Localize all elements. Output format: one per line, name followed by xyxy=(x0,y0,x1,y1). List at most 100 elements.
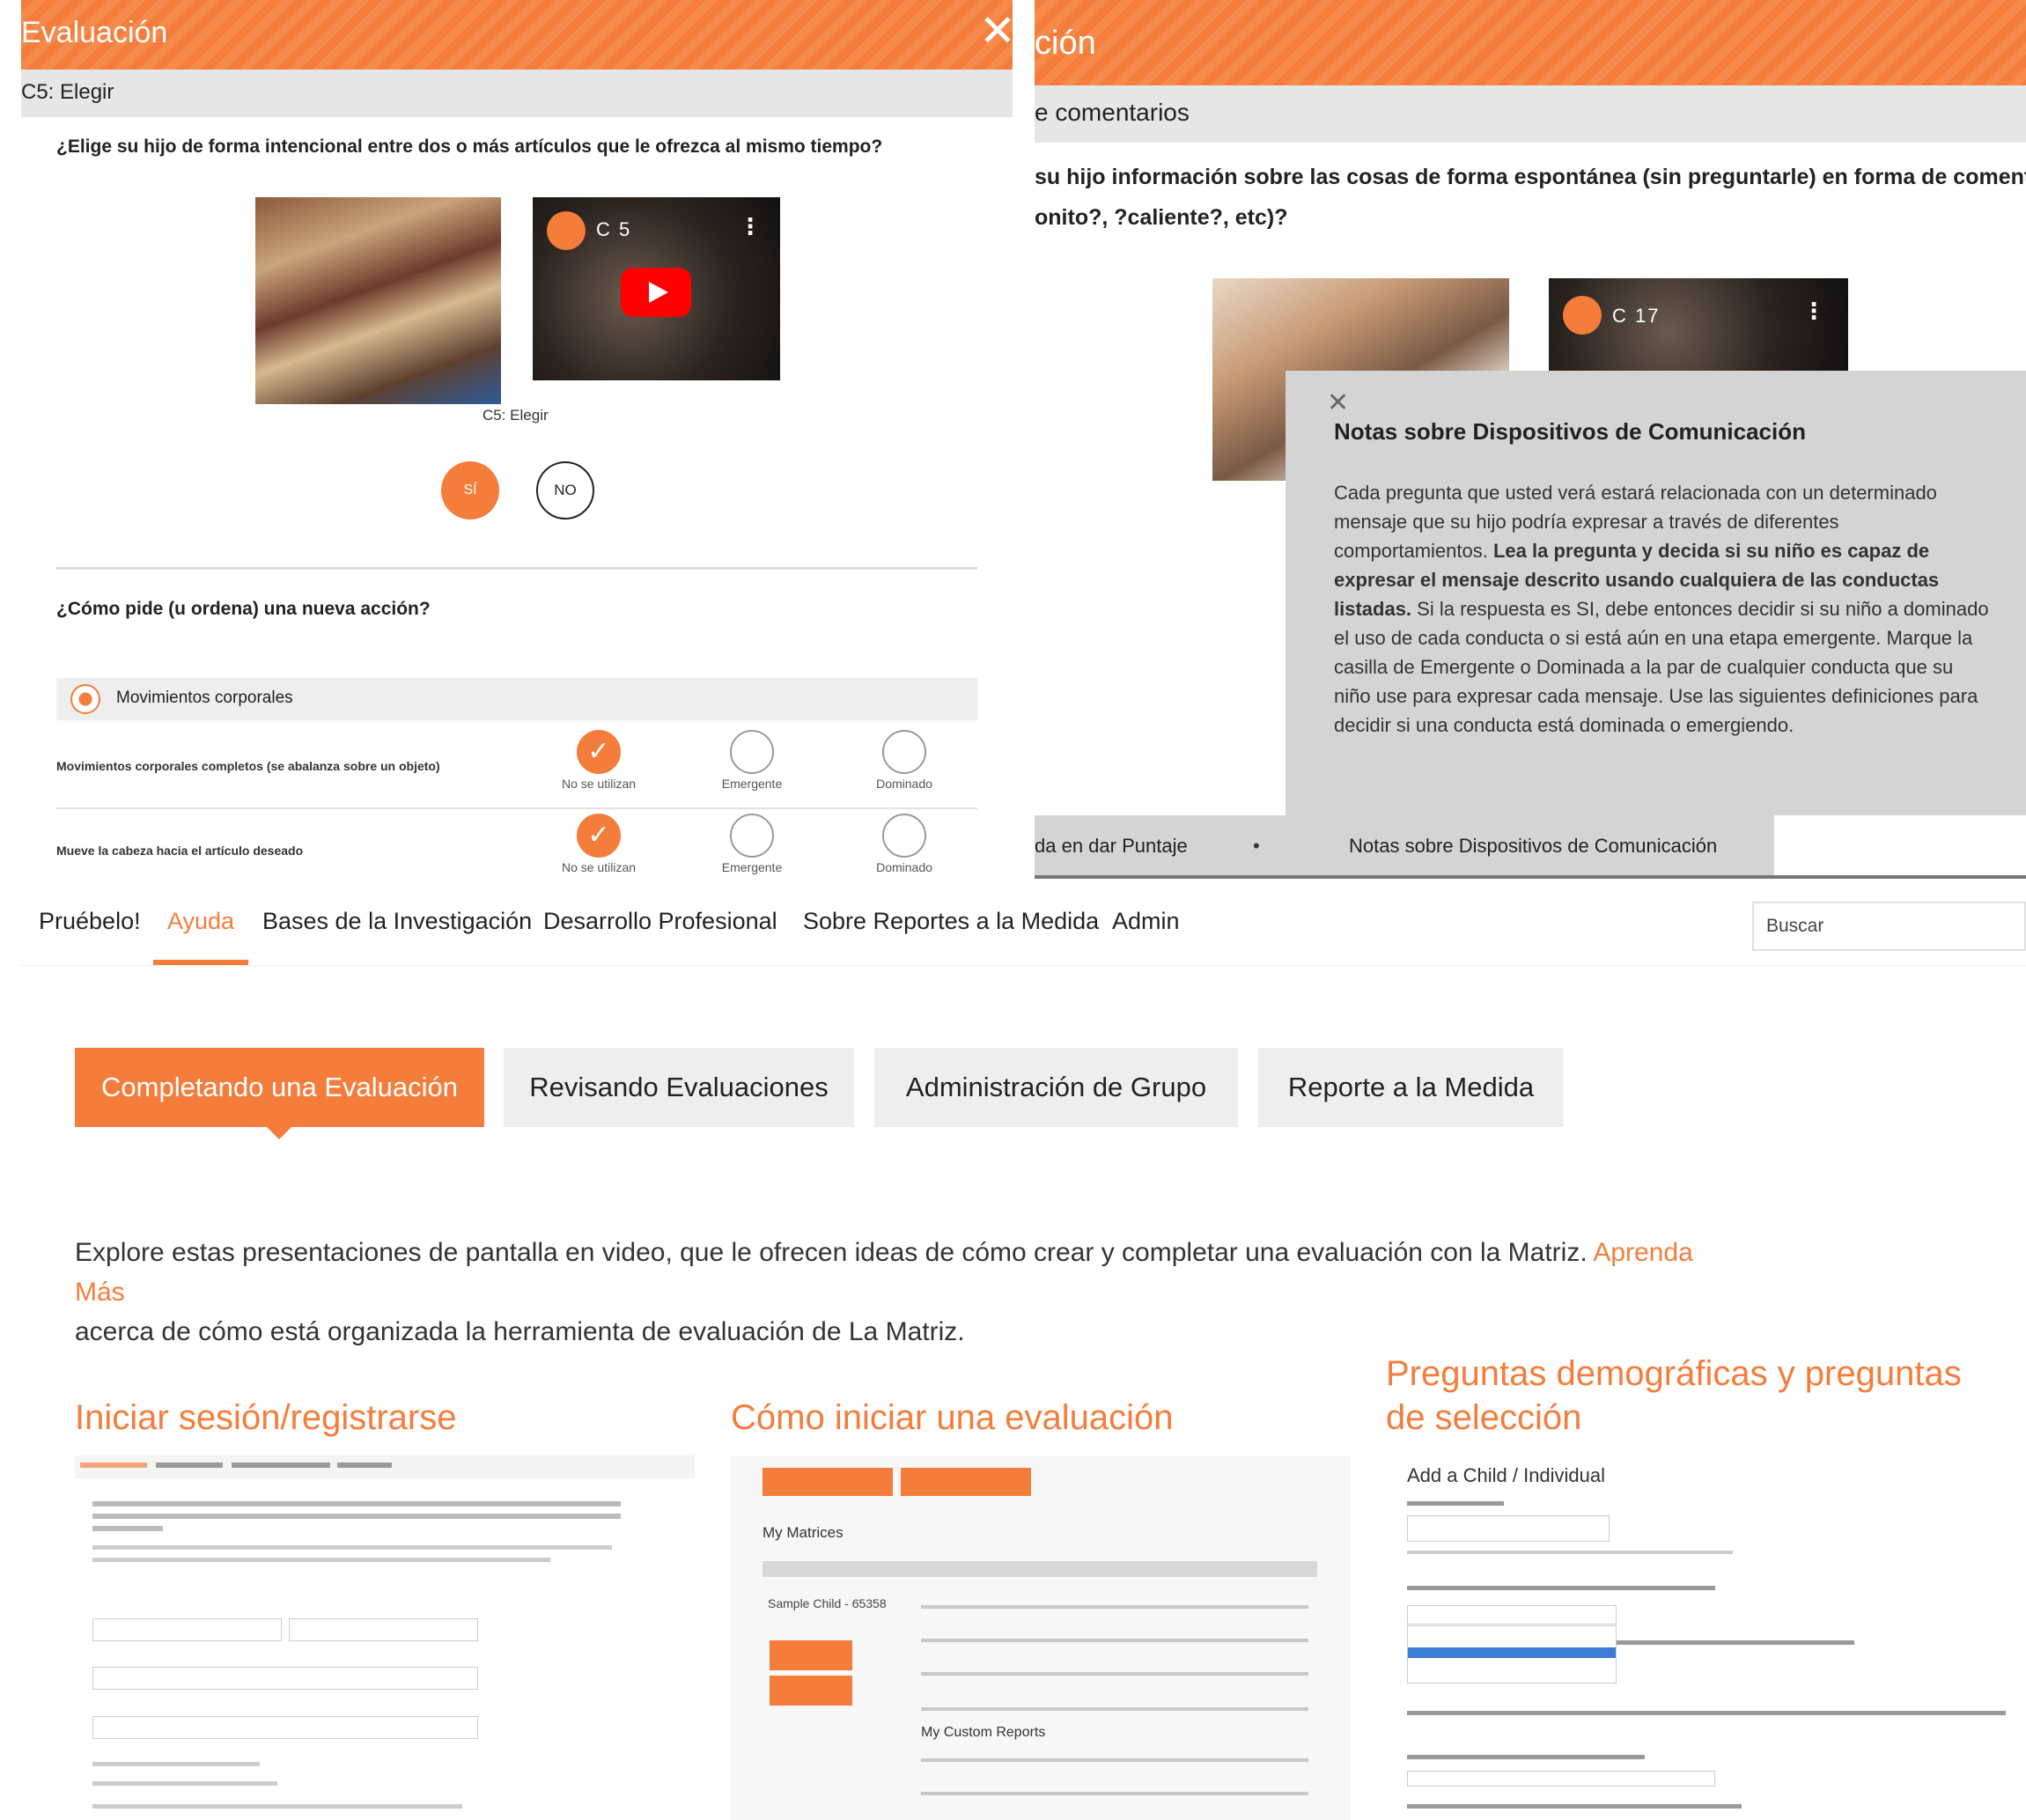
channel-logo-icon xyxy=(547,211,586,250)
search-input[interactable]: Buscar xyxy=(1752,902,2026,951)
thumb-text-line xyxy=(1407,1804,1742,1809)
nav-professional-development[interactable]: Desarrollo Profesional xyxy=(543,908,777,935)
thumb-row-line xyxy=(921,1758,1308,1762)
evaluation-panel-c17: ción e comentarios su hijo información s… xyxy=(1035,0,2026,879)
question-text-line1: su hijo información sobre las cosas de f… xyxy=(1035,165,2026,189)
option-label: Emergente xyxy=(721,777,783,791)
question-text: ¿Elige su hijo de forma intencional entr… xyxy=(56,136,883,157)
thumb-start-matrix-button xyxy=(770,1676,852,1706)
thumb-selected-option xyxy=(1408,1647,1616,1658)
video-thumbnail-start-evaluation[interactable]: My Matrices Sample Child - 65358 My Cust… xyxy=(731,1455,1351,1820)
option-label: Dominado xyxy=(876,777,932,791)
example-photo xyxy=(255,197,501,404)
tab-reviewing-evaluations[interactable]: Revisando Evaluaciones xyxy=(504,1048,854,1127)
example-video[interactable]: C 5 ⋮ xyxy=(533,197,780,380)
modal-close-icon[interactable]: ✕ xyxy=(1327,390,1349,416)
thumb-dropdown xyxy=(1407,1625,1617,1684)
thumb-field xyxy=(1407,1771,1715,1787)
nav-help[interactable]: Ayuda xyxy=(167,908,234,935)
option-label: Dominado xyxy=(876,860,932,874)
option-label: Emergente xyxy=(721,860,783,874)
section-title-demographics[interactable]: Preguntas demográficas y preguntas de se… xyxy=(1386,1352,2002,1440)
thumb-table-header xyxy=(763,1561,1317,1577)
tab-scoring-help[interactable]: da en dar Puntaje xyxy=(1035,835,1188,858)
thumb-add-button xyxy=(763,1468,893,1496)
modal-body: Cada pregunta que usted verá estará rela… xyxy=(1334,478,1990,740)
bullet-icon: • xyxy=(1253,835,1260,857)
video-thumbnail-login[interactable] xyxy=(75,1455,695,1820)
thumb-row-line xyxy=(921,1707,1308,1711)
thumb-tab xyxy=(80,1463,147,1468)
thumb-text-line xyxy=(92,1545,612,1550)
thumb-row-line xyxy=(921,1605,1308,1609)
tab-completing-evaluation[interactable]: Completando una Evaluación xyxy=(75,1048,484,1127)
thumb-text-line xyxy=(92,1501,621,1507)
thumb-subheading: My Custom Reports xyxy=(921,1725,1046,1740)
thumb-text-line xyxy=(92,1514,621,1519)
section-title-login[interactable]: Iniciar sesión/registrarse xyxy=(75,1396,457,1440)
nav-research[interactable]: Bases de la Investigación xyxy=(262,908,532,935)
thumb-row-line xyxy=(921,1639,1308,1642)
notes-modal: ✕ Notas sobre Dispositivos de Comunicaci… xyxy=(1286,371,2026,815)
thumb-tab xyxy=(232,1463,330,1468)
radio-emergent[interactable] xyxy=(730,814,774,858)
active-tab-pointer xyxy=(267,1127,291,1139)
thumb-text-line xyxy=(92,1781,277,1786)
video-thumbnail-demographics[interactable]: Add a Child / Individual xyxy=(1386,1455,2026,1820)
close-icon[interactable]: ✕ xyxy=(979,9,1013,53)
tab-notes-devices[interactable]: Notas sobre Dispositivos de Comunicación xyxy=(1349,835,1717,858)
thumb-text-line xyxy=(92,1526,163,1531)
evaluation-panel-c5: Evaluación ✕ C5: Elegir ¿Elige su hijo d… xyxy=(0,0,1013,879)
help-page: Pruébelo! Ayuda Bases de la Investigació… xyxy=(0,879,2026,1820)
question-text-line2: onito?, ?caliente?, etc)? xyxy=(1035,205,1288,230)
evaluation-subheader xyxy=(21,70,1013,117)
thumb-text-line xyxy=(92,1762,260,1766)
thumb-text-line xyxy=(1407,1551,1733,1554)
thumb-create-report-button xyxy=(770,1640,852,1670)
video-label: C 17 xyxy=(1612,305,1661,327)
tabbar-blank xyxy=(1774,815,2026,875)
behavior-row-label: Mueve la cabeza hacia el artículo desead… xyxy=(56,844,304,858)
thumb-text-line xyxy=(92,1558,550,1562)
evaluation-title: Evaluación xyxy=(21,16,168,49)
category-label: Movimientos corporales xyxy=(116,689,293,707)
radio-not-used[interactable]: ✓ xyxy=(577,730,621,774)
radio-not-used[interactable]: ✓ xyxy=(577,814,621,858)
tab-custom-report[interactable]: Reporte a la Medida xyxy=(1258,1048,1564,1127)
option-label: No se utilizan xyxy=(561,777,637,791)
radio-mastered[interactable] xyxy=(882,814,926,858)
thumb-tab xyxy=(156,1463,223,1468)
nav-admin[interactable]: Admin xyxy=(1112,908,1180,935)
more-options-icon[interactable]: ⋮ xyxy=(739,213,762,240)
category-bar: Movimientos corporales xyxy=(56,678,977,720)
intro-text: acerca de cómo está organizada la herram… xyxy=(75,1317,965,1346)
nav-custom-reports[interactable]: Sobre Reportes a la Medida xyxy=(803,908,1099,935)
nav-try-it[interactable]: Pruébelo! xyxy=(39,908,141,935)
thumb-heading: Add a Child / Individual xyxy=(1407,1464,1606,1486)
thumb-text-line xyxy=(92,1804,462,1809)
thumb-field xyxy=(92,1716,478,1739)
radio-emergent[interactable] xyxy=(730,730,774,774)
subheader-label: e comentarios xyxy=(1035,99,1190,126)
tab-group-administration[interactable]: Administración de Grupo xyxy=(874,1048,1238,1127)
behavior-row-label: Movimientos corporales completos (se aba… xyxy=(56,759,440,773)
thumb-field xyxy=(1407,1515,1610,1542)
option-label: No se utilizan xyxy=(561,860,637,874)
thumb-download-button xyxy=(901,1468,1031,1496)
section-title-start-evaluation[interactable]: Cómo iniciar una evaluación xyxy=(731,1396,1174,1440)
thumb-heading: My Matrices xyxy=(763,1524,844,1541)
modal-text: Si la respuesta es SI, debe entonces dec… xyxy=(1334,598,1989,736)
no-button[interactable]: NO xyxy=(536,461,594,519)
radio-mastered[interactable] xyxy=(882,730,926,774)
thumb-tabs xyxy=(75,1455,695,1478)
intro-paragraph: Explore estas presentaciones de pantalla… xyxy=(75,1233,1748,1352)
play-icon[interactable] xyxy=(621,268,691,317)
example-video[interactable]: C 17 ⋮ xyxy=(1549,278,1848,375)
thumb-text-line xyxy=(1407,1501,1504,1506)
yes-button[interactable]: SÍ xyxy=(441,461,499,519)
evaluation-header xyxy=(21,0,1013,70)
more-options-icon[interactable]: ⋮ xyxy=(1802,298,1825,325)
thumb-text-line xyxy=(1407,1755,1645,1759)
thumb-text-line xyxy=(1407,1586,1715,1590)
thumb-field xyxy=(92,1667,478,1690)
